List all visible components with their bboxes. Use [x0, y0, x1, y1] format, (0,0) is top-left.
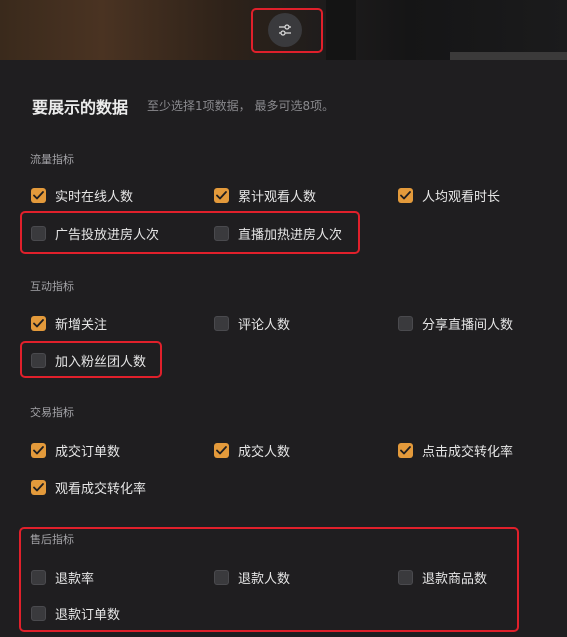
checkbox-box[interactable] — [398, 569, 413, 585]
checkbox-box[interactable] — [214, 315, 229, 331]
checkbox-box[interactable] — [31, 569, 46, 585]
checkbox-label: 加入粉丝团人数 — [55, 354, 147, 370]
checkbox-buyers[interactable]: 成交人数 — [214, 440, 290, 460]
data-selection-panel: 要展示的数据 至少选择1项数据， 最多可选8项。 流量指标 实时在线人数 累计观… — [0, 60, 567, 637]
checkbox-box[interactable] — [398, 442, 413, 458]
checkmark-icon — [216, 445, 227, 454]
video-preview-strip — [0, 0, 567, 60]
section-label-traffic: 流量指标 — [30, 153, 74, 166]
checkbox-label: 实时在线人数 — [55, 189, 134, 205]
checkbox-refund-orders[interactable]: 退款订单数 — [31, 603, 120, 623]
checkbox-label: 观看成交转化率 — [55, 481, 147, 497]
checkbox-box[interactable] — [31, 479, 46, 495]
checkbox-sharers[interactable]: 分享直播间人数 — [398, 313, 513, 333]
checkbox-label: 退款订单数 — [55, 607, 121, 623]
checkbox-label: 成交订单数 — [55, 444, 121, 460]
checkbox-fan-club-joins[interactable]: 加入粉丝团人数 — [31, 350, 146, 370]
checkbox-label: 累计观看人数 — [238, 189, 317, 205]
checkbox-box[interactable] — [214, 225, 229, 241]
checkbox-box[interactable] — [214, 442, 229, 458]
checkbox-label: 人均观看时长 — [422, 189, 501, 205]
checkbox-realtime-online[interactable]: 实时在线人数 — [31, 185, 133, 205]
checkbox-box[interactable] — [398, 315, 413, 331]
checkbox-box[interactable] — [31, 187, 46, 203]
checkbox-label: 退款人数 — [238, 571, 291, 587]
checkbox-cumulative-viewers[interactable]: 累计观看人数 — [214, 185, 316, 205]
sliders-icon — [279, 24, 291, 36]
checkbox-box[interactable] — [31, 315, 46, 331]
checkmark-icon — [216, 190, 227, 199]
checkbox-label: 新增关注 — [55, 317, 108, 333]
checkbox-click-conversion[interactable]: 点击成交转化率 — [398, 440, 513, 460]
checkbox-label: 退款商品数 — [422, 571, 488, 587]
checkbox-view-conversion[interactable]: 观看成交转化率 — [31, 477, 146, 497]
section-label-transaction: 交易指标 — [30, 406, 74, 419]
checkbox-box[interactable] — [398, 187, 413, 203]
checkbox-refund-rate[interactable]: 退款率 — [31, 567, 94, 587]
panel-title: 要展示的数据 — [32, 98, 129, 117]
preview-dark-block — [326, 0, 356, 60]
checkbox-new-follows[interactable]: 新增关注 — [31, 313, 107, 333]
checkbox-refund-products[interactable]: 退款商品数 — [398, 567, 487, 587]
checkbox-label: 直播加热进房人次 — [238, 227, 343, 243]
checkbox-box[interactable] — [31, 352, 46, 368]
settings-button[interactable] — [268, 13, 302, 47]
checkbox-box[interactable] — [214, 569, 229, 585]
section-label-interaction: 互动指标 — [30, 280, 74, 293]
checkmark-icon — [400, 190, 411, 199]
checkmark-icon — [33, 482, 44, 491]
checkbox-orders[interactable]: 成交订单数 — [31, 440, 120, 460]
checkbox-label: 广告投放进房人次 — [55, 227, 160, 243]
checkmark-icon — [400, 445, 411, 454]
checkbox-commenters[interactable]: 评论人数 — [214, 313, 290, 333]
checkbox-label: 分享直播间人数 — [422, 317, 514, 333]
checkbox-box[interactable] — [31, 442, 46, 458]
checkbox-boost-entries[interactable]: 直播加热进房人次 — [214, 223, 342, 243]
checkmark-icon — [33, 445, 44, 454]
checkbox-box[interactable] — [31, 605, 46, 621]
checkmark-icon — [33, 190, 44, 199]
checkbox-box[interactable] — [214, 187, 229, 203]
preview-stripe — [450, 52, 567, 60]
checkbox-ad-entries[interactable]: 广告投放进房人次 — [31, 223, 159, 243]
section-label-after-sales: 售后指标 — [30, 533, 74, 546]
checkbox-avg-watch-time[interactable]: 人均观看时长 — [398, 185, 500, 205]
checkbox-refund-people[interactable]: 退款人数 — [214, 567, 290, 587]
checkbox-label: 点击成交转化率 — [422, 444, 514, 460]
checkbox-label: 成交人数 — [238, 444, 291, 460]
checkbox-label: 评论人数 — [238, 317, 291, 333]
checkbox-box[interactable] — [31, 225, 46, 241]
checkmark-icon — [33, 318, 44, 327]
panel-subtitle: 至少选择1项数据， 最多可选8项。 — [147, 99, 335, 113]
checkbox-label: 退款率 — [55, 571, 95, 587]
